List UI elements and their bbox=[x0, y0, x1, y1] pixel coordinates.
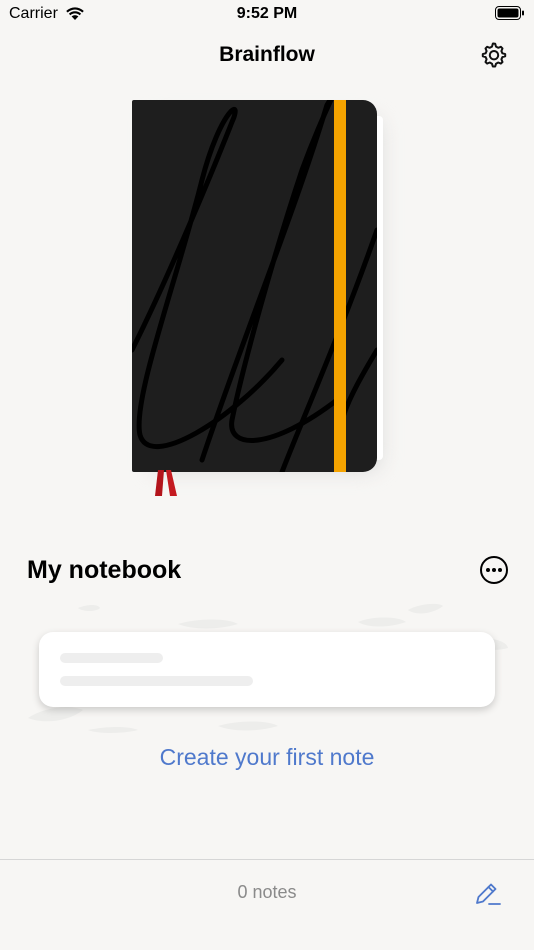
notebook-title: My notebook bbox=[27, 556, 182, 584]
note-placeholder-card bbox=[39, 632, 495, 707]
app-screen: Carrier 9:52 PM Brainflow My notebook Cr… bbox=[0, 0, 534, 950]
bottom-toolbar: 0 notes bbox=[0, 860, 534, 950]
notebook-cover[interactable] bbox=[132, 100, 377, 472]
gear-icon bbox=[481, 42, 507, 68]
more-options-button[interactable] bbox=[479, 555, 509, 585]
create-first-note-link[interactable]: Create your first note bbox=[0, 744, 534, 771]
elastic-band bbox=[334, 100, 346, 472]
settings-button[interactable] bbox=[478, 40, 508, 70]
battery-icon bbox=[495, 6, 525, 26]
clock: 9:52 PM bbox=[236, 5, 298, 22]
bookmark-ribbon bbox=[155, 470, 177, 496]
app-title: Brainflow bbox=[219, 43, 315, 66]
new-note-button[interactable] bbox=[472, 878, 504, 910]
pencil-icon bbox=[476, 883, 501, 905]
notebook-cover-container bbox=[132, 100, 392, 500]
status-bar: Carrier 9:52 PM bbox=[0, 0, 534, 28]
notebook-page-edge bbox=[377, 116, 383, 460]
placeholder-body-line bbox=[60, 676, 253, 686]
placeholder-title-line bbox=[60, 653, 163, 663]
ellipsis-circle-icon bbox=[480, 556, 508, 584]
notes-count: 0 notes bbox=[237, 882, 297, 902]
navigation-bar: Brainflow bbox=[0, 28, 534, 82]
